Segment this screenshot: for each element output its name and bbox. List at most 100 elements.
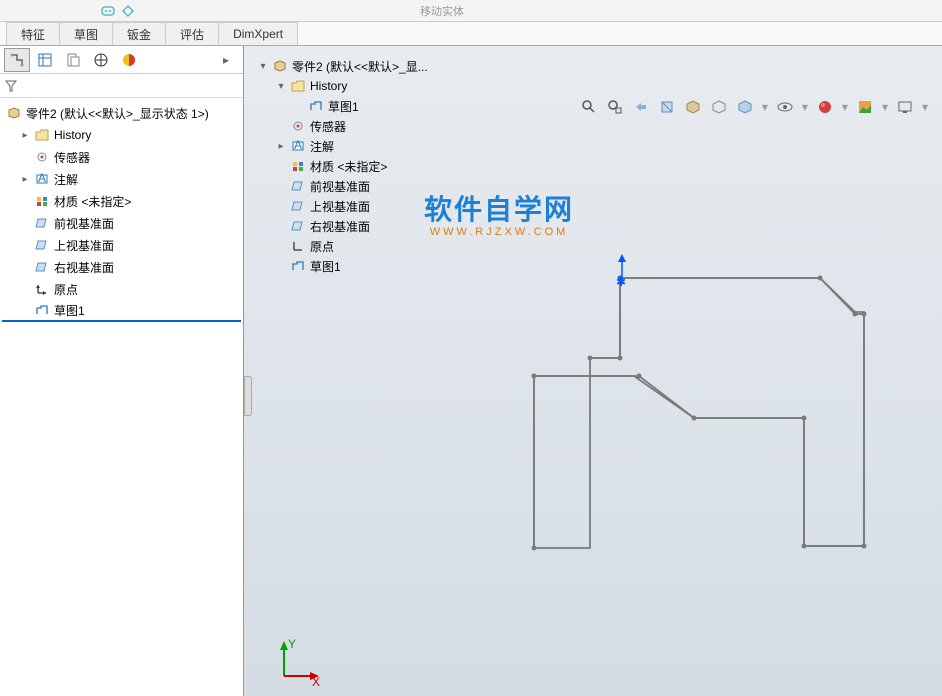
axis-x-label: X <box>312 675 320 686</box>
float-tree-right-plane[interactable]: 右视基准面 <box>254 216 428 236</box>
tree-item-label: 上视基准面 <box>310 198 370 215</box>
float-tree-annotations[interactable]: ▸ A 注解 <box>254 136 428 156</box>
ribbon-tab-sheetmetal[interactable]: 钣金 <box>113 22 166 45</box>
plane-icon <box>34 215 50 231</box>
plane-icon <box>34 259 50 275</box>
feature-tree: 零件2 (默认<<默认>_显示状态 1>) ▸ History 传感器 ▸ A … <box>0 98 243 696</box>
panel-tab-display[interactable] <box>116 48 142 72</box>
folder-icon <box>34 127 50 143</box>
appearance-icon[interactable] <box>816 98 834 116</box>
toolbar-icon-2[interactable] <box>120 3 136 19</box>
annotation-icon: A <box>290 138 306 154</box>
tree-item-label: 原点 <box>310 238 334 255</box>
tree-item-front-plane[interactable]: 前视基准面 <box>2 212 241 234</box>
tree-item-label: 前视基准面 <box>54 215 114 232</box>
view-toolbar: ▾ ▾ ▾ ▾ ▾ <box>580 98 928 116</box>
float-tree-top-plane[interactable]: 上视基准面 <box>254 196 428 216</box>
scene-icon[interactable] <box>856 98 874 116</box>
tree-item-label: 右视基准面 <box>54 259 114 276</box>
tree-item-label: 原点 <box>54 281 78 298</box>
panel-tab-property[interactable] <box>32 48 58 72</box>
eye-icon[interactable] <box>776 98 794 116</box>
origin-icon <box>290 238 306 254</box>
tree-item-label: 材质 <未指定> <box>54 193 131 210</box>
tree-root-label: 零件2 (默认<<默认>_显示状态 1>) <box>26 105 209 122</box>
float-tree-sketch1-nested[interactable]: 草图1 <box>254 96 428 116</box>
float-tree-material[interactable]: 材质 <未指定> <box>254 156 428 176</box>
tree-item-label: 右视基准面 <box>310 218 370 235</box>
float-tree-root[interactable]: ▾ 零件2 (默认<<默认>_显... <box>254 56 428 76</box>
tree-item-top-plane[interactable]: 上视基准面 <box>2 234 241 256</box>
tree-item-right-plane[interactable]: 右视基准面 <box>2 256 241 278</box>
ribbon-tab-sketch[interactable]: 草图 <box>60 22 113 45</box>
ribbon-tab-evaluate[interactable]: 评估 <box>166 22 219 45</box>
tree-item-sensors[interactable]: 传感器 <box>2 146 241 168</box>
tree-item-origin[interactable]: 原点 <box>2 278 241 300</box>
ribbon-tab-features[interactable]: 特征 <box>6 22 60 45</box>
panel-tab-feature-tree[interactable] <box>4 48 30 72</box>
tree-item-label: 材质 <未指定> <box>310 158 387 175</box>
feature-manager-panel: ▸ 零件2 (默认<<默认>_显示状态 1>) ▸ History 传感器 ▸ <box>0 46 244 696</box>
ribbon-tab-dimxpert[interactable]: DimXpert <box>219 22 298 45</box>
tree-item-sketch1[interactable]: 草图1 <box>2 300 241 322</box>
tree-item-label: History <box>54 128 91 142</box>
tree-root[interactable]: 零件2 (默认<<默认>_显示状态 1>) <box>2 102 241 124</box>
view-orientation-icon[interactable] <box>684 98 702 116</box>
top-toolbar: 移动实体 <box>0 0 942 22</box>
part-icon <box>272 58 288 74</box>
float-tree-sketch1[interactable]: 草图1 <box>254 256 428 276</box>
render-icon[interactable] <box>896 98 914 116</box>
tree-item-label: 草图1 <box>310 258 341 275</box>
tree-item-label: 传感器 <box>54 149 90 166</box>
plane-icon <box>290 178 306 194</box>
float-tree-origin[interactable]: 原点 <box>254 236 428 256</box>
panel-drag-handle[interactable] <box>244 376 252 416</box>
display-style-icon[interactable] <box>710 98 728 116</box>
tree-item-label: 草图1 <box>54 302 85 319</box>
float-tree-front-plane[interactable]: 前视基准面 <box>254 176 428 196</box>
part-icon <box>6 105 22 121</box>
tree-item-annotations[interactable]: ▸ A 注解 <box>2 168 241 190</box>
panel-tabs: ▸ <box>0 46 243 74</box>
folder-icon <box>290 78 306 94</box>
plane-icon <box>290 198 306 214</box>
graphics-viewport[interactable]: ▾ ▾ ▾ ▾ ▾ ▾ 零件2 (默认<<默认>_显... ▾ History <box>244 46 942 696</box>
tree-item-history[interactable]: ▸ History <box>2 124 241 146</box>
collapse-icon[interactable]: ▾ <box>276 81 286 92</box>
tree-item-label: 草图1 <box>328 98 359 115</box>
hide-show-icon[interactable] <box>736 98 754 116</box>
panel-tab-config[interactable] <box>60 48 86 72</box>
zoom-fit-icon[interactable] <box>580 98 598 116</box>
plane-icon <box>290 218 306 234</box>
collapse-icon[interactable]: ▾ <box>258 61 268 72</box>
annotation-icon: A <box>34 171 50 187</box>
section-view-icon[interactable] <box>658 98 676 116</box>
expand-icon[interactable]: ▸ <box>20 174 30 185</box>
tree-item-label: History <box>310 79 347 93</box>
move-entity-label: 移动实体 <box>420 3 464 19</box>
tree-item-label: 传感器 <box>310 118 346 135</box>
float-tree-sensors[interactable]: 传感器 <box>254 116 428 136</box>
ribbon-tabs: 特征 草图 钣金 评估 DimXpert <box>0 22 942 46</box>
svg-text:A: A <box>38 173 46 185</box>
material-icon <box>34 193 50 209</box>
panel-tab-dimxpert[interactable] <box>88 48 114 72</box>
float-tree-root-label: 零件2 (默认<<默认>_显... <box>292 58 428 75</box>
axis-triad: Y X <box>274 636 324 686</box>
origin-arrow: ✱ <box>612 254 642 294</box>
float-tree-history[interactable]: ▾ History <box>254 76 428 96</box>
tree-item-label: 注解 <box>54 171 78 188</box>
toolbar-icon-1[interactable] <box>100 3 116 19</box>
expand-icon[interactable]: ▸ <box>20 130 30 141</box>
panel-tab-expand[interactable]: ▸ <box>213 48 239 72</box>
material-icon <box>290 158 306 174</box>
tree-item-label: 前视基准面 <box>310 178 370 195</box>
expand-icon[interactable]: ▸ <box>276 141 286 152</box>
filter-row[interactable] <box>0 74 243 98</box>
floating-feature-tree: ▾ 零件2 (默认<<默认>_显... ▾ History 草图1 传感器 ▸ <box>252 54 430 278</box>
zoom-area-icon[interactable] <box>606 98 624 116</box>
sketch-icon <box>290 258 306 274</box>
tree-item-material[interactable]: 材质 <未指定> <box>2 190 241 212</box>
previous-view-icon[interactable] <box>632 98 650 116</box>
sensor-icon <box>290 118 306 134</box>
